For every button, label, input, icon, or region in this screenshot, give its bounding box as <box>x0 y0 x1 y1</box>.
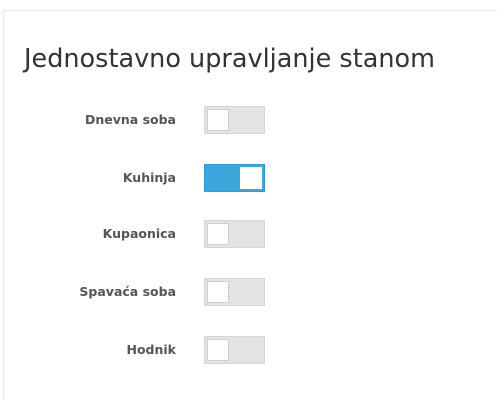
toggle-knob <box>207 223 229 245</box>
room-toggle-hodnik[interactable] <box>204 336 265 364</box>
room-toggle-kuhinja[interactable] <box>204 164 265 192</box>
room-toggle-dnevna-soba[interactable] <box>204 106 265 134</box>
room-row-kupaonica: Kupaonica <box>0 220 300 248</box>
page-title: Jednostavno upravljanje stanom <box>24 44 435 74</box>
room-row-hodnik: Hodnik <box>0 336 300 364</box>
toggle-knob <box>207 109 229 131</box>
toggle-knob <box>207 339 229 361</box>
room-toggle-spavaca-soba[interactable] <box>204 278 265 306</box>
toggle-knob <box>207 281 229 303</box>
room-toggle-kupaonica[interactable] <box>204 220 265 248</box>
room-row-spavaca-soba: Spavaća soba <box>0 278 300 306</box>
room-label: Kuhinja <box>122 170 176 185</box>
room-label: Dnevna soba <box>85 112 176 127</box>
room-label: Kupaonica <box>102 226 176 241</box>
room-label: Spavaća soba <box>79 284 176 299</box>
room-row-kuhinja: Kuhinja <box>0 164 300 192</box>
room-label: Hodnik <box>126 342 177 357</box>
toggle-knob <box>240 167 262 189</box>
room-row-dnevna-soba: Dnevna soba <box>0 106 300 134</box>
